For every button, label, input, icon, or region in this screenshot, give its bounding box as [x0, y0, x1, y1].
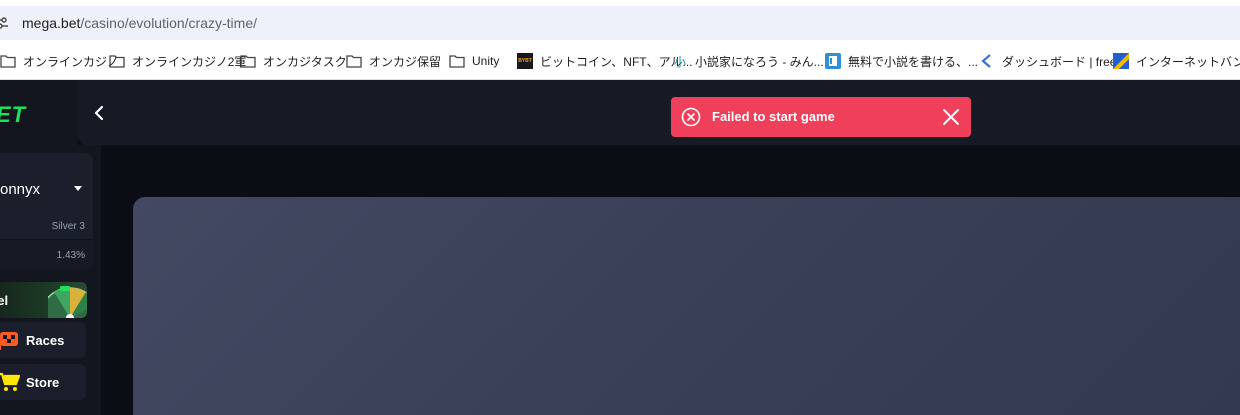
bookmark-label: 無料で小説を書ける、...: [848, 54, 979, 69]
bookmark-label: Unity: [472, 54, 500, 68]
url-text[interactable]: mega.bet/casino/evolution/crazy-time/: [22, 15, 257, 31]
shopping-cart-icon: [0, 372, 20, 391]
bank-favicon-icon: [1113, 53, 1129, 69]
bookmarks-bar: オンラインカジノ オンラインカジノ2軍 オンカジタスク オンカジ保留 Unity…: [0, 42, 1240, 80]
vip-progress: 1.43%: [0, 239, 93, 269]
bookmark-folder-onkaji-hold[interactable]: オンカジ保留: [346, 52, 441, 70]
folder-icon: [346, 55, 362, 68]
bookmark-free-novel[interactable]: 無料で小説を書ける、...: [825, 52, 978, 70]
user-card: onnyx Silver 3 1.43%: [0, 153, 93, 269]
toast-message: Failed to start game: [712, 109, 835, 124]
casino-app: ET Failed to start game onnyx Silver 3 1…: [0, 80, 1240, 415]
close-icon[interactable]: [941, 107, 961, 127]
bookmark-label: オンラインカジノ: [23, 54, 119, 69]
bookmark-folder-online-casino[interactable]: オンラインカジノ: [0, 52, 119, 70]
freee-favicon-icon: [981, 54, 991, 68]
error-toast: Failed to start game: [671, 97, 971, 137]
folder-icon: [0, 55, 16, 68]
notebook-favicon-icon: [825, 53, 841, 69]
wheel-button[interactable]: eel: [0, 282, 87, 318]
vip-rank: Silver 3: [51, 221, 85, 232]
chevron-left-icon: [94, 105, 104, 121]
folder-icon: [109, 55, 125, 68]
browser-url-bar: mega.bet/casino/evolution/crazy-time/: [0, 0, 1240, 42]
bookmark-internet-banking[interactable]: インターネットバンキング: [1113, 52, 1240, 70]
narou-favicon-icon: 小: [673, 54, 686, 69]
bookmark-label: オンカジタスク: [263, 54, 347, 69]
vip-progress-percent: 1.43%: [56, 250, 85, 261]
collapse-sidebar-button[interactable]: [88, 100, 110, 126]
url-host: mega.bet: [22, 15, 81, 31]
url-path: /casino/evolution/crazy-time/: [80, 15, 258, 31]
bookmark-bybit[interactable]: BYBT ビットコイン、NFT、アル...: [517, 52, 693, 70]
races-label: Races: [26, 333, 65, 348]
races-button[interactable]: Races: [0, 322, 86, 358]
bookmark-label: ビットコイン、NFT、アル...: [540, 54, 693, 69]
bookmark-label: オンラインカジノ2軍: [132, 54, 247, 69]
folder-icon: [240, 55, 256, 68]
username[interactable]: onnyx: [0, 181, 40, 198]
game-frame[interactable]: [133, 197, 1240, 415]
bookmark-label: ダッシュボード | freee: [1002, 54, 1124, 69]
bookmark-folder-unity[interactable]: Unity: [449, 52, 499, 70]
address-field[interactable]: mega.bet/casino/evolution/crazy-time/: [0, 6, 1240, 40]
racing-flag-icon: [0, 332, 18, 350]
site-info-icon[interactable]: [0, 15, 10, 31]
brand-logo[interactable]: ET: [0, 102, 26, 128]
bookmark-label: 小説家になろう - みん...: [695, 54, 824, 69]
logo-area: ET: [0, 80, 78, 145]
error-circle-x-icon: [681, 107, 701, 127]
wheel-label: eel: [0, 293, 9, 308]
store-label: Store: [26, 375, 60, 390]
prize-wheel-icon: [48, 286, 87, 318]
bookmark-label: オンカジ保留: [369, 54, 442, 69]
bybit-favicon-icon: BYBT: [517, 53, 533, 69]
bookmark-narou[interactable]: 小 小説家になろう - みん...: [672, 52, 824, 70]
caret-down-icon[interactable]: [74, 186, 82, 191]
folder-icon: [449, 55, 465, 68]
bookmark-label: インターネットバンキング: [1136, 54, 1240, 69]
store-button[interactable]: Store: [0, 364, 86, 400]
bookmark-folder-online-casino-2[interactable]: オンラインカジノ2軍: [109, 52, 246, 70]
top-header: [78, 80, 1240, 145]
bookmark-freee-dashboard[interactable]: ダッシュボード | freee: [979, 52, 1123, 70]
sidebar: onnyx Silver 3 1.43% eel: [0, 145, 101, 415]
bookmark-folder-onkaji-task[interactable]: オンカジタスク: [240, 52, 347, 70]
